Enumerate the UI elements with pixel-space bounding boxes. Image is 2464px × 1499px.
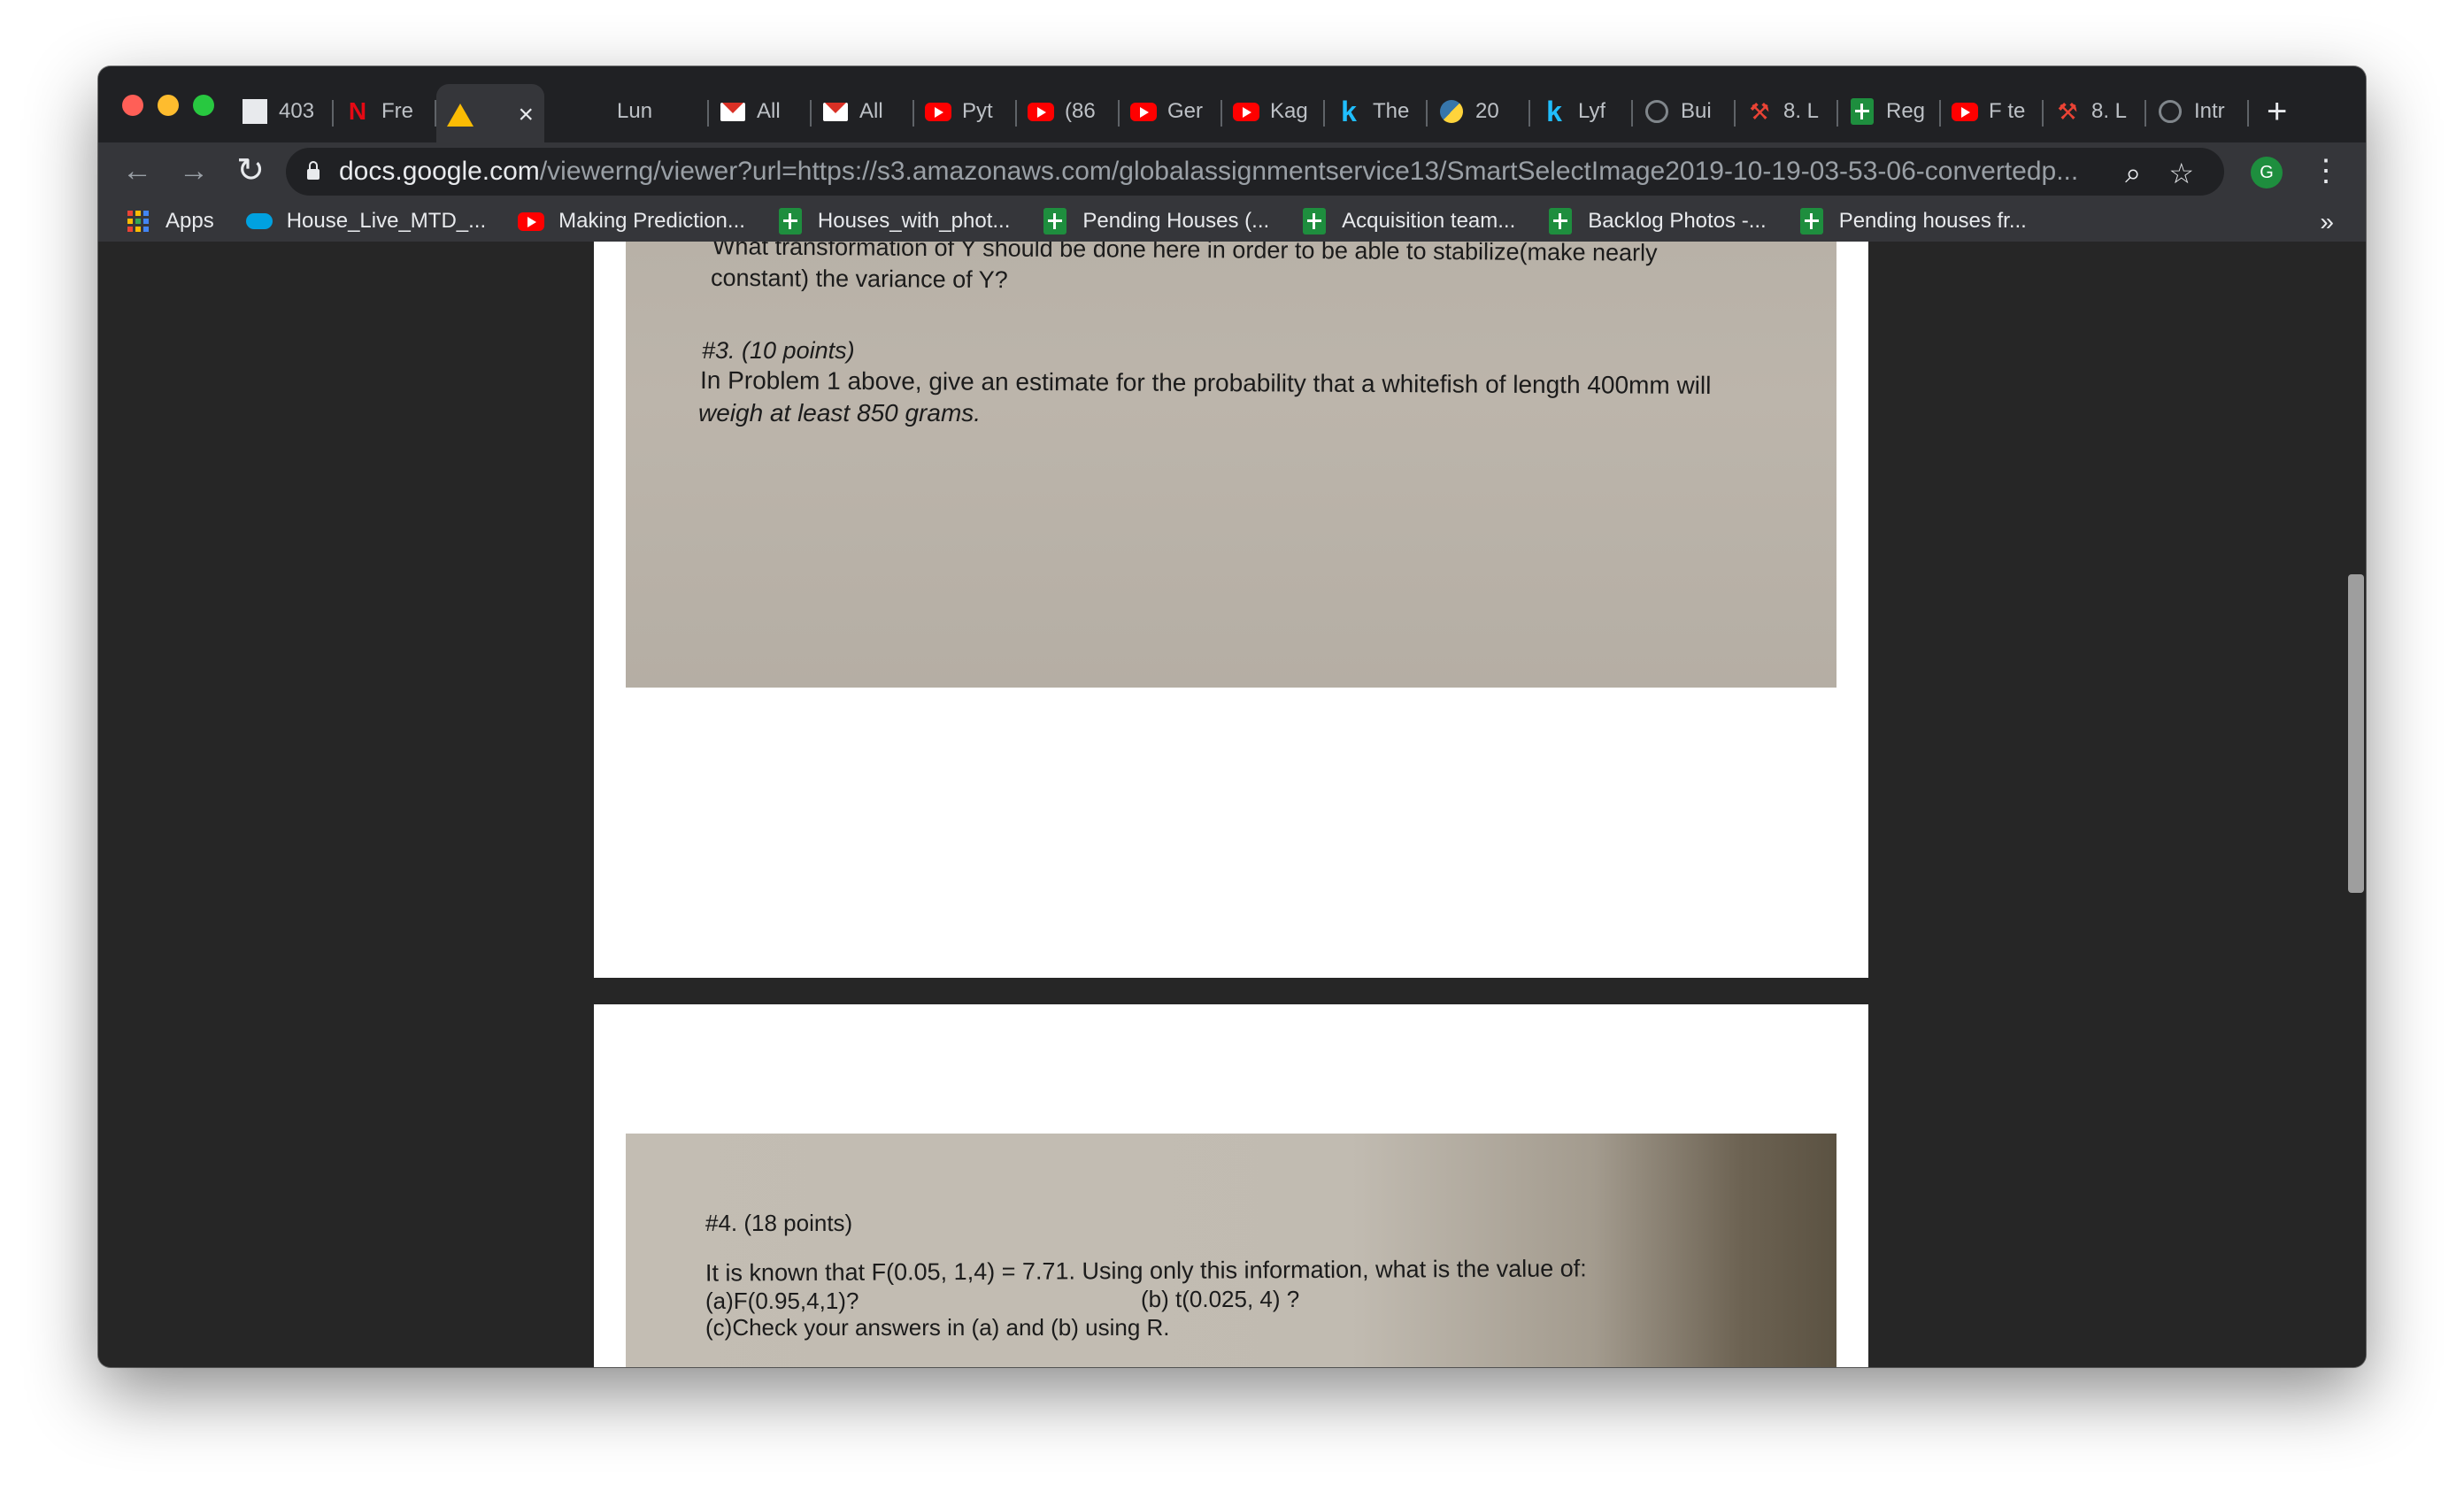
google-drive-icon: [447, 102, 474, 128]
tab-netflix[interactable]: N Fre: [334, 84, 436, 139]
bookmark-apps[interactable]: Apps: [125, 208, 214, 234]
youtube-icon: [1028, 98, 1054, 125]
tab-bui[interactable]: Bui: [1633, 84, 1736, 139]
gmail-icon: [720, 98, 746, 125]
tab-list: 403 N Fre × Lun All All Pyt (86 Ger Kag k…: [231, 81, 2366, 146]
back-button[interactable]: ←: [119, 153, 155, 188]
forward-button[interactable]: →: [176, 153, 212, 188]
q3-heading: #3. (10 points): [702, 337, 855, 364]
lock-icon[interactable]: [307, 161, 320, 180]
q4-part-c: (c)Check your answers in (a) and (b) usi…: [705, 1314, 1170, 1341]
browser-menu-icon[interactable]: ⋮: [2311, 153, 2341, 188]
hammer-icon: ⚒: [2057, 97, 2078, 125]
bookmarks-bar: Apps House_Live_MTD_... Making Predictio…: [98, 201, 2366, 242]
new-tab-button[interactable]: +: [2267, 94, 2287, 129]
q3-text-line1: In Problem 1 above, give an estimate for…: [699, 366, 1712, 399]
globe-icon: [2157, 98, 2183, 125]
python-icon: [1438, 98, 1465, 125]
youtube-icon: [518, 208, 545, 234]
q3-text-line2: weigh at least 850 grams.: [698, 399, 982, 427]
minimize-window-button[interactable]: [158, 95, 179, 116]
globe-icon: [1644, 98, 1670, 125]
salesforce-icon: [245, 208, 273, 234]
close-window-button[interactable]: [122, 95, 143, 116]
q4-part-b: (b) t(0.025, 4) ?: [1141, 1286, 1300, 1312]
netflix-icon: N: [348, 97, 367, 125]
tab-python-20[interactable]: 20: [1428, 84, 1530, 139]
document-page-1: What transformation of Y should be done …: [594, 242, 1868, 978]
browser-window: 403 N Fre × Lun All All Pyt (86 Ger Kag k…: [98, 66, 2366, 1367]
tab-sheets-reg[interactable]: Reg: [1838, 84, 1941, 139]
bookmark-backlog-photos[interactable]: Backlog Photos -...: [1547, 208, 1767, 234]
scanned-photo-1: What transformation of Y should be done …: [626, 242, 1836, 688]
bookmark-house-live[interactable]: House_Live_MTD_...: [245, 208, 486, 234]
tab-kaggle-the[interactable]: k The: [1325, 84, 1428, 139]
calculator-icon: [242, 98, 268, 125]
q4-part-a: (a)F(0.95,4,1)?: [705, 1288, 859, 1314]
sheets-icon: [1042, 208, 1068, 234]
tab-gmail-2[interactable]: All: [812, 84, 914, 139]
youtube-icon: [1130, 98, 1157, 125]
profile-avatar[interactable]: G: [2251, 157, 2283, 188]
scrollbar-thumb[interactable]: [2348, 574, 2364, 893]
sheets-icon: [1798, 208, 1825, 234]
document-viewer[interactable]: What transformation of Y should be done …: [98, 242, 2366, 1367]
tab-youtube-pyt[interactable]: Pyt: [914, 84, 1017, 139]
scanned-photo-2: #4. (18 points) It is known that F(0.05,…: [626, 1134, 1836, 1367]
close-tab-icon[interactable]: ×: [518, 100, 534, 130]
document-page-2: #4. (18 points) It is known that F(0.05,…: [594, 1004, 1868, 1367]
youtube-icon: [925, 98, 951, 125]
tab-youtube-ger[interactable]: Ger: [1120, 84, 1222, 139]
hammer-icon: ⚒: [1749, 97, 1770, 125]
q2-text-line1: What transformation of Y should be done …: [712, 242, 1658, 266]
tab-youtube-kag[interactable]: Kag: [1222, 84, 1325, 139]
tab-spacer: [544, 84, 606, 139]
q4-text-line1: It is known that F(0.05, 1,4) = 7.71. Us…: [705, 1255, 1587, 1287]
sheets-icon: [777, 208, 804, 234]
sheets-icon: [1849, 98, 1875, 125]
tab-google-drive-viewer[interactable]: ×: [436, 84, 544, 146]
youtube-icon: [1233, 98, 1259, 125]
tab-youtube-86[interactable]: (86: [1017, 84, 1120, 139]
address-bar[interactable]: docs.google.com/viewerng/viewer?url=http…: [286, 148, 2224, 196]
tab-kaggle-lyf[interactable]: k Lyf: [1530, 84, 1633, 139]
bookmark-pending-houses[interactable]: Pending Houses (...: [1042, 208, 1269, 234]
kaggle-icon: k: [1341, 96, 1357, 127]
sheets-icon: [1547, 208, 1574, 234]
tab-403[interactable]: 403: [231, 84, 334, 139]
zoom-icon[interactable]: ⌕: [2125, 157, 2141, 190]
bookmark-making-prediction[interactable]: Making Prediction...: [518, 208, 745, 234]
bookmark-pending-houses-fr[interactable]: Pending houses fr...: [1798, 208, 2027, 234]
kaggle-icon: k: [1546, 96, 1562, 127]
maximize-window-button[interactable]: [193, 95, 214, 116]
viewer-scrollbar[interactable]: [2346, 242, 2366, 1367]
toolbar: ← → ↻ docs.google.com/viewerng/viewer?ur…: [98, 142, 2366, 201]
sheets-icon: [1301, 208, 1328, 234]
tab-8l-2[interactable]: ⚒ 8. L: [2044, 84, 2146, 139]
tab-youtube-fte[interactable]: F te: [1941, 84, 2044, 139]
tab-gmail-1[interactable]: All: [709, 84, 812, 139]
tab-lun[interactable]: Lun: [606, 84, 709, 139]
youtube-icon: [1952, 98, 1978, 125]
reload-button[interactable]: ↻: [233, 153, 268, 188]
bookmark-acquisition-team[interactable]: Acquisition team...: [1301, 208, 1515, 234]
q4-heading: #4. (18 points): [705, 1210, 853, 1236]
apps-grid-icon: [125, 208, 151, 234]
tab-strip: 403 N Fre × Lun All All Pyt (86 Ger Kag k…: [98, 66, 2366, 146]
tab-intr[interactable]: Intr: [2146, 84, 2249, 139]
url-text[interactable]: docs.google.com/viewerng/viewer?url=http…: [339, 157, 2078, 187]
q2-text-line2: constant) the variance of Y?: [710, 264, 1008, 294]
bookmark-houses-with-photos[interactable]: Houses_with_phot...: [777, 208, 1010, 234]
more-bookmarks-icon[interactable]: »: [2320, 208, 2334, 236]
bookmark-star-icon[interactable]: ☆: [2168, 157, 2194, 190]
gmail-icon: [822, 98, 849, 125]
tab-8l-1[interactable]: ⚒ 8. L: [1736, 84, 1838, 139]
